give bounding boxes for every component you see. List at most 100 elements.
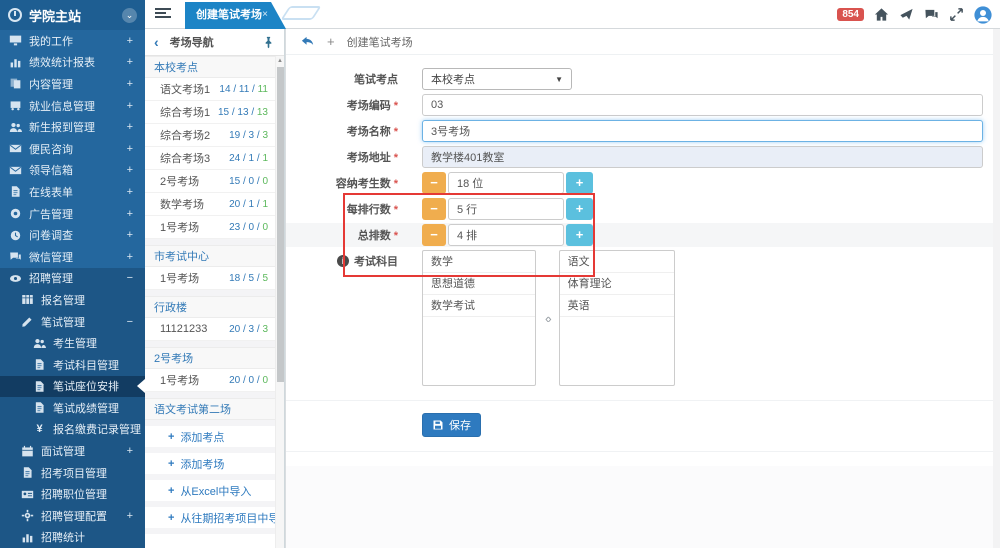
sidebar-item-exam-score-mgmt[interactable]: 笔试成绩管理: [0, 397, 145, 419]
expand-plus-icon: +: [127, 510, 133, 522]
sidebar-item-written-exam-mgmt[interactable]: 笔试管理−: [0, 311, 145, 333]
send-plane-icon[interactable]: [899, 7, 914, 22]
sidebar-item-recruit-project-mgmt[interactable]: 招考项目管理: [0, 462, 145, 484]
seat-counts: 15 / 0 / 0: [229, 176, 268, 187]
seat-counts: 18 / 5 / 5: [229, 273, 268, 284]
subjects-selected-listbox[interactable]: 语文 体育理论 英语: [559, 250, 675, 386]
seat-counts: 20 / 1 / 1: [229, 199, 268, 210]
panel-scrollbar[interactable]: ▲: [275, 56, 284, 548]
calendar-icon: [21, 445, 34, 458]
nav-room-row[interactable]: 1号考场23 / 0 / 0: [145, 216, 275, 239]
transfer-arrows-icon[interactable]: ‹›: [545, 311, 550, 326]
subjects-available-listbox[interactable]: 数学 思想道德 数学考试: [422, 250, 536, 386]
mail-icon: [9, 164, 22, 177]
sidebar-item-performance-report[interactable]: 绩效统计报表+: [0, 52, 145, 74]
room-code-input[interactable]: [422, 94, 983, 116]
total-rows-decrement-button[interactable]: −: [422, 224, 446, 246]
seats-per-row-increment-button[interactable]: +: [566, 198, 593, 220]
sidebar-item-signup-mgmt[interactable]: 报名管理: [0, 289, 145, 311]
back-arrow-icon[interactable]: [300, 34, 315, 49]
file-icon: [33, 380, 46, 393]
create-exam-room-form: 笔试考点 本校考点 ▼ 考场编码* 考场名称* 考场地址* 容纳考生数*: [286, 55, 993, 548]
subject-option[interactable]: 数学: [423, 251, 535, 273]
nav-room-row[interactable]: 语文考场114 / 11 / 11: [145, 78, 275, 101]
subject-option[interactable]: 语文: [560, 251, 674, 273]
sidebar-item-public-consult[interactable]: 便民咨询+: [0, 138, 145, 160]
nav-room-row[interactable]: 综合考场115 / 13 / 13: [145, 101, 275, 124]
site-logo[interactable]: 学院主站 ⌄: [0, 0, 145, 30]
nav-room-row[interactable]: 综合考场219 / 3 / 3: [145, 124, 275, 147]
plus-icon: +: [168, 458, 174, 470]
field-label-subjects: 考试科目: [354, 253, 398, 269]
nav-room-row[interactable]: 数学考场20 / 1 / 1: [145, 193, 275, 216]
sidebar-item-seat-arrangement[interactable]: 笔试座位安排: [0, 376, 145, 398]
scrollbar-thumb[interactable]: [277, 67, 284, 382]
nav-room-row[interactable]: 综合考场324 / 1 / 1: [145, 147, 275, 170]
sidebar-item-wechat-mgmt[interactable]: 微信管理+: [0, 246, 145, 268]
seat-counts: 19 / 3 / 3: [229, 130, 268, 141]
capacity-increment-button[interactable]: +: [566, 172, 593, 194]
import-from-past-project-button[interactable]: +从往期招考项目中导入: [145, 507, 275, 534]
plus-icon: +: [168, 512, 174, 524]
pin-icon[interactable]: [262, 36, 275, 49]
sidebar-item-recruit-mgmt[interactable]: 招聘管理−: [0, 268, 145, 290]
sidebar-item-payment-records[interactable]: ¥报名缴费记录管理: [0, 419, 145, 441]
sidebar-item-freshman-checkin[interactable]: 新生报到管理+: [0, 116, 145, 138]
subject-option[interactable]: 体育理论: [560, 273, 674, 295]
home-icon[interactable]: [874, 7, 889, 22]
chevron-down-icon[interactable]: ⌄: [122, 8, 137, 23]
sidebar-item-recruit-position-mgmt[interactable]: 招聘职位管理: [0, 483, 145, 505]
subject-option[interactable]: 数学考试: [423, 295, 535, 317]
subject-option[interactable]: 思想道德: [423, 273, 535, 295]
sidebar-item-recruit-stats[interactable]: 招聘统计: [0, 527, 145, 548]
nav-room-row[interactable]: 1号考场18 / 5 / 5: [145, 267, 275, 290]
add-exam-site-button[interactable]: +添加考点: [145, 426, 275, 453]
nav-room-row[interactable]: 1112123320 / 3 / 3: [145, 318, 275, 341]
sidebar-item-interview-mgmt[interactable]: 面试管理+: [0, 440, 145, 462]
total-rows-increment-button[interactable]: +: [566, 224, 593, 246]
back-chevron-icon[interactable]: ‹: [154, 34, 159, 50]
save-button[interactable]: 保存: [422, 413, 481, 437]
seat-counts: 23 / 0 / 0: [229, 222, 268, 233]
sidebar-item-employment-info[interactable]: 就业信息管理+: [0, 95, 145, 117]
import-from-excel-button[interactable]: +从Excel中导入: [145, 480, 275, 507]
capacity-input[interactable]: [448, 172, 564, 194]
sidebar-item-leader-mailbox[interactable]: 领导信箱+: [0, 160, 145, 182]
subject-option[interactable]: 英语: [560, 295, 674, 317]
tab-create-written-exam-room[interactable]: 创建笔试考场 ×: [185, 2, 286, 29]
room-name-input[interactable]: [422, 120, 983, 142]
gear-icon: [21, 509, 34, 522]
required-mark: *: [394, 204, 398, 216]
venue-select[interactable]: 本校考点 ▼: [422, 68, 572, 90]
notification-badge[interactable]: 854: [837, 8, 864, 21]
close-icon[interactable]: ×: [262, 2, 268, 28]
user-avatar[interactable]: [974, 6, 992, 24]
comments-icon[interactable]: [924, 7, 939, 22]
sidebar-item-exam-subject-mgmt[interactable]: 考试科目管理: [0, 354, 145, 376]
nav-room-row[interactable]: 1号考场20 / 0 / 0: [145, 369, 275, 392]
sidebar-item-online-forms[interactable]: 在线表单+: [0, 181, 145, 203]
required-mark: *: [394, 178, 398, 190]
nav-room-row[interactable]: 2号考场15 / 0 / 0: [145, 170, 275, 193]
room-address-input[interactable]: [422, 146, 983, 168]
scroll-up-arrow-icon[interactable]: ▲: [276, 56, 284, 66]
sidebar-item-my-work[interactable]: 我的工作+: [0, 30, 145, 52]
seats-per-row-input[interactable]: [448, 198, 564, 220]
required-mark: *: [394, 152, 398, 164]
idcard-icon: [21, 488, 34, 501]
sidebar-item-candidate-mgmt[interactable]: 考生管理: [0, 332, 145, 354]
sidebar-item-ad-mgmt[interactable]: 广告管理+: [0, 203, 145, 225]
sidebar-toggle-icon[interactable]: [155, 8, 171, 20]
sidebar-item-recruit-config[interactable]: 招聘管理配置+: [0, 505, 145, 527]
fullscreen-icon[interactable]: [949, 7, 964, 22]
seats-per-row-decrement-button[interactable]: −: [422, 198, 446, 220]
copy-icon: [9, 77, 22, 90]
eye-icon: [9, 272, 22, 285]
add-exam-room-button[interactable]: +添加考场: [145, 453, 275, 480]
plus-icon: +: [168, 485, 174, 497]
bus-icon: [9, 99, 22, 112]
capacity-decrement-button[interactable]: −: [422, 172, 446, 194]
sidebar-item-survey[interactable]: 问卷调查+: [0, 224, 145, 246]
sidebar-item-content-mgmt[interactable]: 内容管理+: [0, 73, 145, 95]
total-rows-input[interactable]: [448, 224, 564, 246]
